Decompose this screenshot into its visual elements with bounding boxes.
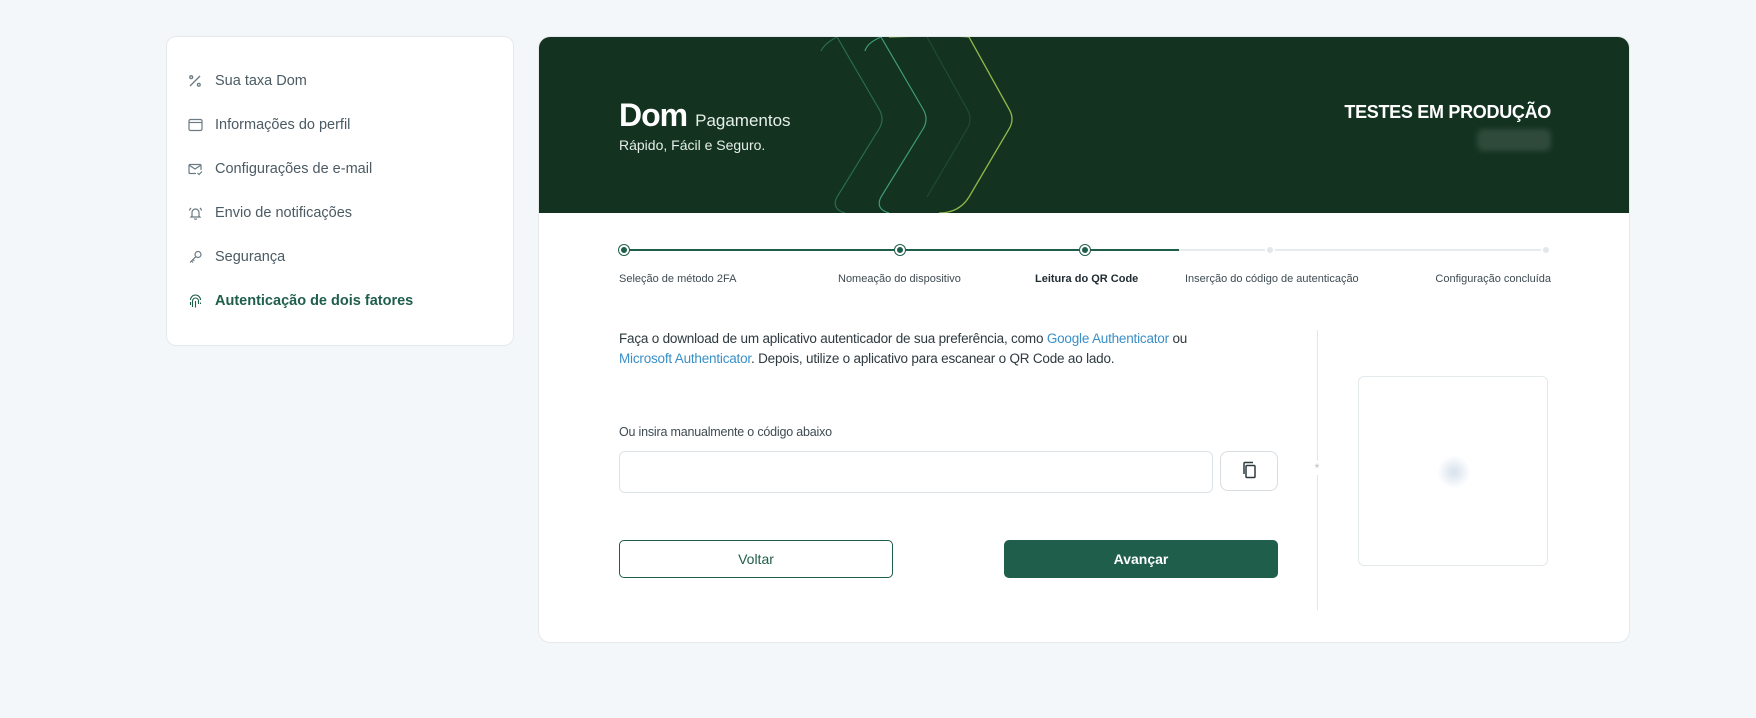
- next-button[interactable]: Avançar: [1004, 540, 1278, 578]
- two-factor-setup-card: Dom Pagamentos Rápido, Fácil e Seguro. T…: [538, 36, 1630, 643]
- brand-banner: Dom Pagamentos Rápido, Fácil e Seguro. T…: [539, 37, 1629, 213]
- logo-wordmark: Dom: [619, 97, 688, 133]
- step-label-5: Configuração concluída: [1435, 273, 1551, 285]
- key-icon: [187, 249, 203, 265]
- divider-star: *: [1310, 461, 1324, 475]
- instructions-part: . Depois, utilize o aplicativo para esca…: [750, 351, 1115, 366]
- sidebar-item-email[interactable]: Configurações de e-mail: [167, 147, 513, 191]
- microsoft-authenticator-link[interactable]: Microsoft Authenticator: [619, 351, 751, 366]
- sidebar-item-perfil[interactable]: Informações do perfil: [167, 103, 513, 147]
- sidebar-item-2fa[interactable]: Autenticação de dois fatores: [167, 279, 513, 323]
- copy-icon: [1241, 461, 1257, 482]
- mail-check-icon: [187, 161, 203, 177]
- sidebar-item-label: Autenticação de dois fatores: [215, 293, 414, 309]
- environment-title: TESTES EM PRODUÇÃO: [1344, 102, 1551, 122]
- logo-subtitle: Pagamentos: [695, 111, 791, 130]
- sidebar-item-label: Configurações de e-mail: [215, 161, 373, 177]
- google-authenticator-link[interactable]: Google Authenticator: [1047, 331, 1169, 346]
- sidebar-item-seguranca[interactable]: Segurança: [167, 235, 513, 279]
- fingerprint-icon: [187, 293, 203, 309]
- brand-tagline: Rápido, Fácil e Seguro.: [619, 137, 766, 153]
- step-dot-1: [619, 245, 629, 255]
- sidebar-item-label: Sua taxa Dom: [215, 73, 307, 89]
- step-label-3: Leitura do QR Code: [1035, 273, 1139, 285]
- copy-code-button[interactable]: [1220, 451, 1278, 491]
- sidebar-item-label: Envio de notificações: [215, 205, 353, 221]
- chevron-decoration-icon: [820, 37, 1013, 213]
- step-dot-5: [1541, 245, 1551, 255]
- step-dot-2: [895, 245, 905, 255]
- step-label-4: Inserção do código de autenticação: [1185, 273, 1359, 285]
- step-label-2: Nomeação do dispositivo: [838, 273, 961, 285]
- settings-sidebar: Sua taxa Dom Informações do perfil Confi…: [166, 36, 514, 346]
- manual-code-input[interactable]: [619, 451, 1213, 493]
- sidebar-item-label: Informações do perfil: [215, 117, 351, 133]
- environment-badge: [1477, 129, 1551, 151]
- browser-window-icon: [187, 117, 203, 133]
- bell-ring-icon: [187, 205, 203, 221]
- percent-icon: [187, 73, 203, 89]
- step-dot-4: [1265, 245, 1275, 255]
- instructions-part: ou: [1168, 331, 1188, 346]
- sidebar-item-taxa[interactable]: Sua taxa Dom: [167, 59, 513, 103]
- back-button[interactable]: Voltar: [619, 540, 893, 578]
- dom-logo: Dom Pagamentos: [619, 97, 791, 134]
- step-label-1: Seleção de método 2FA: [619, 273, 737, 285]
- manual-code-label: Ou insira manualmente o código abaixo: [619, 425, 832, 439]
- instructions-part: Faça o download de um aplicativo autenti…: [619, 331, 1047, 346]
- sidebar-item-notificacoes[interactable]: Envio de notificações: [167, 191, 513, 235]
- qr-code-box: [1358, 376, 1548, 566]
- setup-stepper: Seleção de método 2FA Nomeação do dispos…: [619, 245, 1551, 285]
- loading-spinner-icon: [1437, 455, 1471, 489]
- sidebar-item-label: Segurança: [215, 249, 286, 265]
- instructions-text: Faça o download de um aplicativo autenti…: [619, 329, 1239, 369]
- step-dot-3: [1080, 245, 1090, 255]
